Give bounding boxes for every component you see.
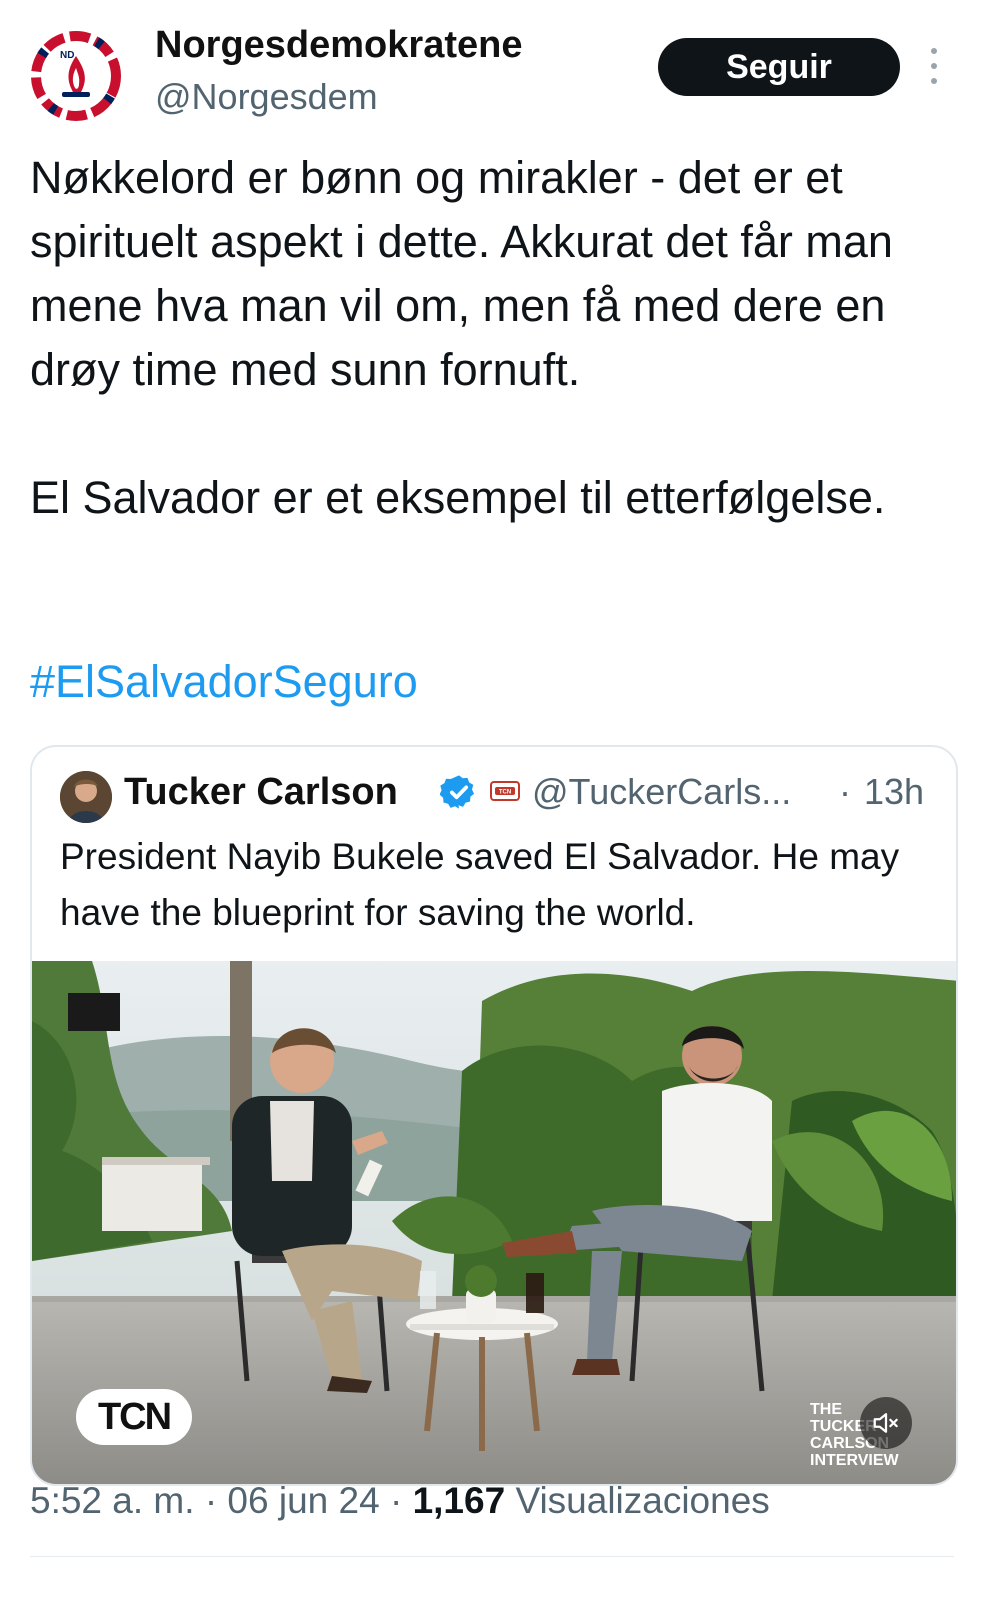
svg-text:TCN: TCN bbox=[499, 790, 511, 796]
views-label[interactable]: Visualizaciones bbox=[515, 1480, 769, 1521]
quoted-text: President Nayib Bukele saved El Salvador… bbox=[60, 836, 900, 933]
author-handle[interactable]: @Norgesdem bbox=[155, 76, 378, 118]
separator-dot: · bbox=[204, 1480, 218, 1521]
quoted-tweet-card[interactable]: Tucker Carlson TCN @TuckerCarls... · 13h… bbox=[30, 745, 958, 1486]
more-options-icon[interactable] bbox=[922, 44, 946, 88]
more-dot bbox=[931, 48, 937, 54]
affiliate-badge-icon: TCN bbox=[490, 781, 520, 801]
mute-button[interactable] bbox=[860, 1397, 912, 1449]
author-avatar[interactable]: ND bbox=[28, 28, 124, 124]
more-dot bbox=[931, 63, 937, 69]
tweet-paragraph: El Salvador er et eksempel til etterfølg… bbox=[30, 472, 886, 523]
quoted-timestamp[interactable]: 13h bbox=[864, 771, 924, 813]
svg-text:ND: ND bbox=[60, 50, 74, 61]
hashtag-link[interactable]: #ElSalvadorSeguro bbox=[30, 656, 418, 708]
watermark-line: INTERVIEW bbox=[810, 1452, 899, 1469]
tcn-logo: TCN bbox=[76, 1389, 192, 1445]
view-count[interactable]: 1,167 bbox=[413, 1480, 506, 1521]
speaker-muted-icon bbox=[873, 1413, 898, 1433]
tweet-meta: 5:52 a. m. · 06 jun 24 · 1,167 Visualiza… bbox=[30, 1480, 770, 1522]
tweet-date[interactable]: 06 jun 24 bbox=[227, 1480, 379, 1521]
quoted-handle[interactable]: @TuckerCarls... bbox=[532, 771, 791, 813]
tweet-text: Nøkkelord er bønn og mirakler - det er e… bbox=[30, 146, 965, 530]
separator-dot: · bbox=[389, 1480, 403, 1521]
follow-button[interactable]: Seguir bbox=[658, 38, 900, 96]
video-player[interactable]: TCN THE TUCKER CARLSON INTERVIEW bbox=[32, 961, 956, 1484]
verified-badge-icon bbox=[439, 773, 478, 811]
more-dot bbox=[931, 78, 937, 84]
tweet-time[interactable]: 5:52 a. m. bbox=[30, 1480, 195, 1521]
separator-dot: · bbox=[839, 771, 851, 812]
tweet-header: ND Norgesdemokratene @Norgesdem Seguir bbox=[0, 0, 984, 140]
quoted-author-avatar[interactable] bbox=[60, 771, 112, 823]
quoted-display-name[interactable]: Tucker Carlson bbox=[124, 771, 398, 814]
divider bbox=[30, 1556, 954, 1557]
author-display-name[interactable]: Norgesdemokratene bbox=[155, 24, 522, 67]
tweet-paragraph: Nøkkelord er bønn og mirakler - det er e… bbox=[30, 152, 893, 395]
